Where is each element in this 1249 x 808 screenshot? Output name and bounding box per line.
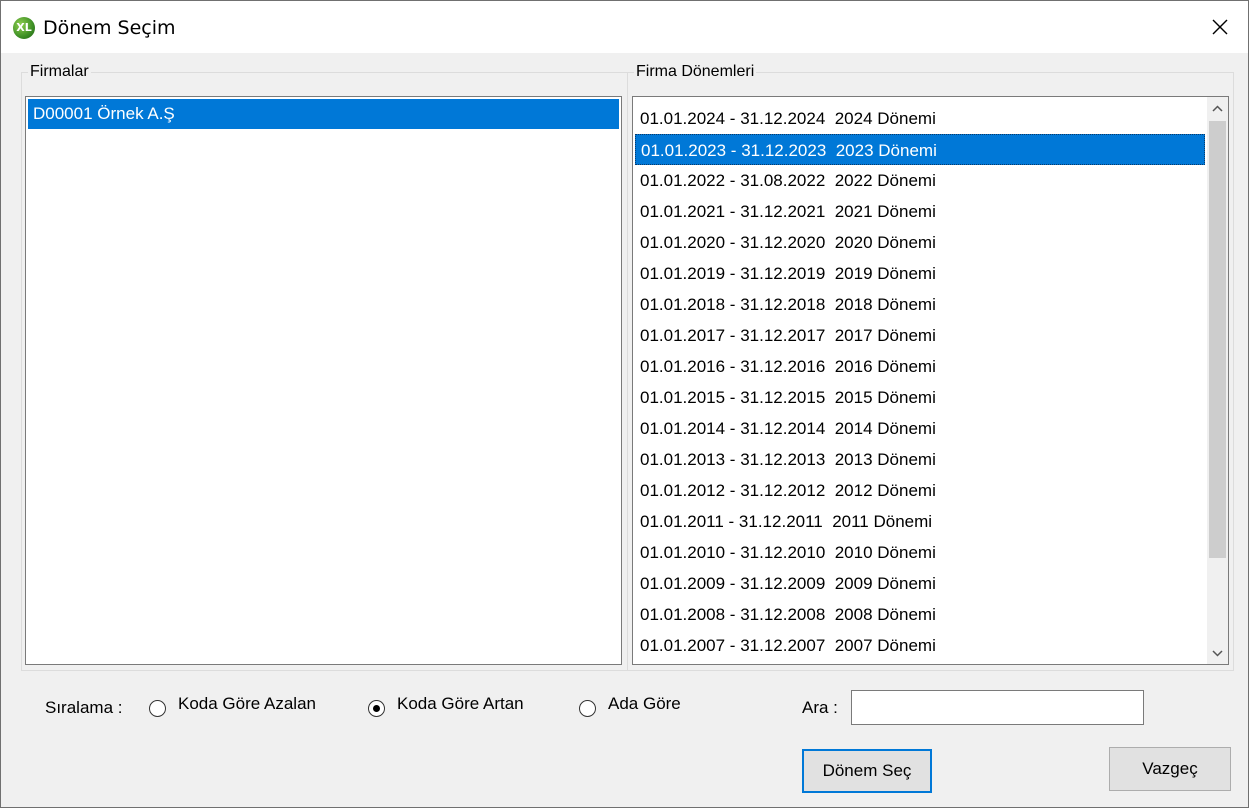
close-icon <box>1212 19 1228 35</box>
firms-listbox[interactable]: D00001 Örnek A.Ş <box>25 96 622 665</box>
periods-scrollbar[interactable] <box>1207 97 1228 664</box>
period-list-item[interactable]: 01.01.2011 - 31.12.2011 2011 Dönemi <box>635 506 1205 537</box>
periods-listbox[interactable]: 01.01.2024 - 31.12.2024 2024 Dönemi 01.01… <box>632 96 1229 665</box>
period-list-item[interactable]: 01.01.2017 - 31.12.2017 2017 Dönemi <box>635 320 1205 351</box>
sort-radio-code-desc[interactable] <box>149 700 166 717</box>
period-list-item[interactable]: 01.01.2012 - 31.12.2012 2012 Dönemi <box>635 475 1205 506</box>
select-period-button[interactable]: Dönem Seç <box>802 749 932 793</box>
radio-dot <box>373 705 380 712</box>
period-select-dialog: XL Dönem Seçim Firmalar D00001 Örnek A.Ş… <box>0 0 1249 808</box>
chevron-down-icon <box>1212 649 1223 657</box>
period-list-item[interactable]: 01.01.2013 - 31.12.2013 2013 Dönemi <box>635 444 1205 475</box>
sort-option-label[interactable]: Ada Göre <box>608 689 681 719</box>
search-label: Ara : <box>802 698 838 717</box>
period-list-item[interactable]: 01.01.2021 - 31.12.2021 2021 Dönemi <box>635 196 1205 227</box>
sort-radio-name[interactable] <box>579 700 596 717</box>
period-list-item[interactable]: 01.01.2009 - 31.12.2009 2009 Dönemi <box>635 568 1205 599</box>
title-bar[interactable]: XL Dönem Seçim <box>1 1 1248 53</box>
firm-list-item[interactable]: D00001 Örnek A.Ş <box>28 99 619 129</box>
sort-label: Sıralama : <box>45 698 123 717</box>
close-button[interactable] <box>1192 1 1248 53</box>
scroll-down-button[interactable] <box>1207 642 1228 664</box>
period-list-item[interactable]: 01.01.2020 - 31.12.2020 2020 Dönemi <box>635 227 1205 258</box>
sort-radio-code-asc[interactable] <box>368 700 385 717</box>
period-list-item[interactable]: 01.01.2016 - 31.12.2016 2016 Dönemi <box>635 351 1205 382</box>
period-list-item[interactable]: 01.01.2014 - 31.12.2014 2014 Dönemi <box>635 413 1205 444</box>
period-list-item[interactable]: 01.01.2023 - 31.12.2023 2023 Dönemi <box>635 134 1205 165</box>
period-list-item[interactable]: 01.01.2022 - 31.08.2022 2022 Dönemi <box>635 165 1205 196</box>
app-logo-icon: XL <box>13 17 35 39</box>
firms-legend: Firmalar <box>30 63 89 80</box>
window-title: Dönem Seçim <box>43 17 176 39</box>
periods-legend: Firma Dönemleri <box>636 63 755 80</box>
scroll-up-button[interactable] <box>1207 97 1228 119</box>
period-list-item[interactable]: 01.01.2008 - 31.12.2008 2008 Dönemi <box>635 599 1205 630</box>
sort-option-label[interactable]: Koda Göre Artan <box>397 689 524 719</box>
cancel-button[interactable]: Vazgeç <box>1109 747 1231 791</box>
period-list-item[interactable]: 01.01.2019 - 31.12.2019 2019 Dönemi <box>635 258 1205 289</box>
sort-option-label[interactable]: Koda Göre Azalan <box>178 689 316 719</box>
scroll-thumb[interactable] <box>1209 121 1226 558</box>
period-list-item[interactable]: 01.01.2018 - 31.12.2018 2018 Dönemi <box>635 289 1205 320</box>
chevron-up-icon <box>1212 104 1223 112</box>
period-list-item[interactable]: 01.01.2015 - 31.12.2015 2015 Dönemi <box>635 382 1205 413</box>
period-list-item[interactable]: 01.01.2010 - 31.12.2010 2010 Dönemi <box>635 537 1205 568</box>
period-list-item[interactable]: 01.01.2024 - 31.12.2024 2024 Dönemi <box>635 103 1205 134</box>
period-list-item[interactable]: 01.01.2007 - 31.12.2007 2007 Dönemi <box>635 630 1205 661</box>
search-input[interactable] <box>851 690 1144 725</box>
